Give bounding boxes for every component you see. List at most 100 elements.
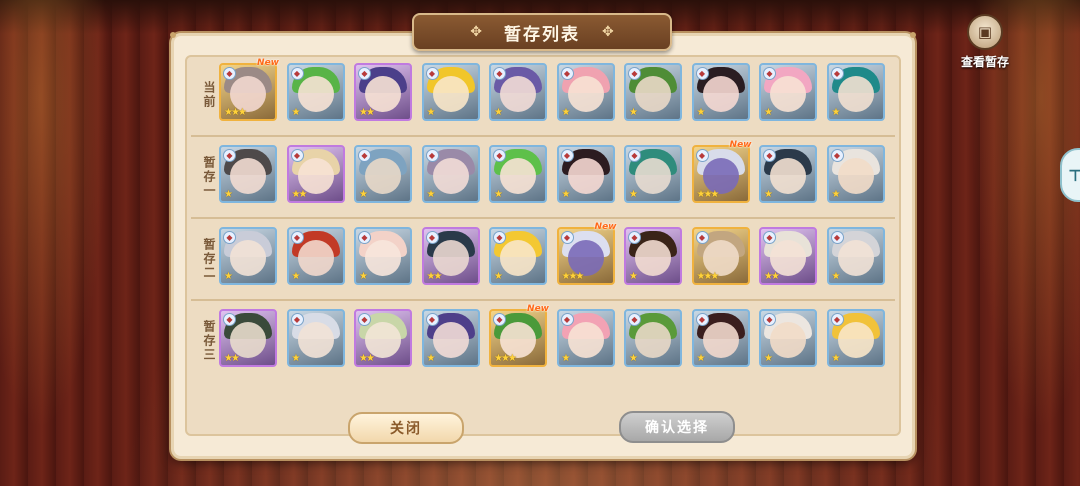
character-portrait (837, 158, 874, 194)
character-portrait (837, 76, 874, 112)
new-badge: New (257, 58, 279, 68)
character-card[interactable]: ◆ ★ (219, 145, 277, 203)
side-tab-button[interactable]: ⊤ (1060, 148, 1080, 202)
character-card[interactable]: ◆ ★ (354, 227, 412, 285)
star-rating: ★ (696, 107, 706, 118)
character-card[interactable]: ◆ ★ (624, 145, 682, 203)
star-rating: ★★ (224, 353, 240, 364)
character-card[interactable]: ◆ ★★ (354, 309, 412, 367)
row-label: 当前 (202, 81, 216, 109)
element-icon: ◆ (763, 149, 776, 162)
element-icon: ◆ (425, 67, 439, 80)
element-icon: ◆ (763, 231, 776, 244)
character-card[interactable]: ◆ ★ (826, 309, 885, 367)
star-rating: ★ (831, 189, 841, 200)
character-card[interactable]: ◆ ★ (556, 309, 615, 367)
close-button[interactable]: 关闭 (348, 412, 464, 444)
character-portrait (297, 322, 334, 358)
star-rating: ★★ (764, 271, 780, 282)
star-rating: ★ (224, 189, 233, 200)
character-card[interactable]: ◆ ★ (624, 227, 682, 285)
character-card[interactable]: ◆ ★ (691, 63, 750, 121)
character-card[interactable]: ◆ ★★ (219, 309, 277, 367)
confirm-selection-button[interactable]: 确认选择 (619, 411, 735, 443)
character-card[interactable]: ◆ ★★★ New (556, 222, 617, 285)
character-card[interactable]: ◆ ★ (759, 63, 817, 121)
element-icon: ◆ (290, 313, 304, 326)
element-icon: ◆ (763, 313, 776, 326)
star-rating: ★ (831, 107, 841, 118)
character-portrait (567, 76, 604, 112)
character-card[interactable]: ◆ ★ (354, 145, 412, 203)
character-portrait (702, 322, 739, 358)
character-card[interactable]: ◆ ★ (826, 63, 885, 121)
character-card[interactable]: ◆ ★ (286, 63, 345, 121)
character-card[interactable]: ◆ ★ (826, 227, 885, 285)
element-icon: ◆ (560, 149, 574, 162)
character-card[interactable]: ◆ ★★★ New (489, 304, 549, 367)
corner-ornament (910, 32, 916, 38)
character-portrait (297, 240, 334, 276)
element-icon: ◆ (628, 313, 641, 326)
element-icon: ◆ (830, 313, 844, 326)
star-rating: ★ (831, 353, 841, 364)
page-title: 暂存列表 (504, 24, 580, 45)
character-card[interactable]: ◆ ★ (691, 309, 750, 367)
character-card[interactable]: ◆ ★ (556, 145, 615, 203)
row-label: 暂存三 (202, 320, 216, 362)
star-rating: ★★★ (696, 271, 720, 282)
star-rating: ★ (696, 353, 706, 364)
element-icon: ◆ (695, 313, 709, 326)
star-rating: ★ (426, 189, 436, 200)
star-rating: ★ (764, 189, 773, 200)
character-portrait (770, 76, 806, 112)
element-icon: ◆ (290, 67, 304, 80)
view-stash-button[interactable]: ▣ 查看暂存 (950, 14, 1020, 69)
character-card[interactable]: ◆ ★ (421, 309, 480, 367)
character-card[interactable]: ◆ ★ (759, 309, 817, 367)
star-rating: ★ (291, 353, 301, 364)
element-icon: ◆ (628, 149, 641, 162)
character-card[interactable]: ◆ ★ (759, 145, 817, 203)
character-card[interactable]: ◆ ★★ (354, 63, 412, 121)
star-rating: ★ (291, 107, 301, 118)
character-card[interactable]: ◆ ★ (421, 145, 480, 203)
element-icon: ◆ (830, 67, 844, 80)
character-portrait (770, 158, 806, 194)
character-card[interactable]: ◆ ★ (286, 227, 345, 285)
character-card[interactable]: ◆ ★★★ New (691, 140, 752, 203)
character-card[interactable]: ◆ ★ (624, 309, 682, 367)
character-card[interactable]: ◆ ★ (556, 63, 615, 121)
treasure-box-icon: ▣ (967, 14, 1003, 50)
character-card[interactable]: ◆ ★ (826, 145, 885, 203)
character-card[interactable]: ◆ ★ (421, 63, 480, 121)
star-rating: ★ (561, 189, 571, 200)
character-card[interactable]: ◆ ★★★ (691, 227, 750, 285)
star-rating: ★ (561, 353, 571, 364)
character-portrait (432, 322, 469, 358)
stash-row: 暂存一 ◆ ★ ◆ ★★ ◆ ★ ◆ ★ ◆ ★ ◆ ★ ◆ ★ ◆ ★★★ New ◆ ★ ◆ ★ (187, 135, 899, 212)
character-portrait (230, 158, 266, 194)
character-card[interactable]: ◆ ★★ (421, 227, 480, 285)
character-portrait (432, 76, 469, 112)
character-card[interactable]: ◆ ★ (286, 309, 345, 367)
star-rating: ★ (764, 107, 773, 118)
character-card[interactable]: ◆ ★ (489, 145, 547, 203)
character-portrait (837, 240, 874, 276)
star-rating: ★ (629, 353, 638, 364)
character-card[interactable]: ◆ ★ (489, 63, 547, 121)
star-rating: ★ (359, 271, 368, 282)
star-rating: ★ (494, 189, 503, 200)
character-card[interactable]: ◆ ★★ (759, 227, 817, 285)
stash-panel: 当前 ◆ ★★★ New ◆ ★ ◆ ★★ ◆ ★ ◆ ★ ◆ ★ ◆ ★ ◆ ★ ◆ ★ ◆ ★ 暂存一 ◆ ★ ◆ ★★ ◆ ★ ◆ ★… (170, 32, 916, 459)
character-card[interactable]: ◆ ★ (219, 227, 277, 285)
character-card[interactable]: ◆ ★ (624, 63, 682, 121)
star-rating: ★ (494, 107, 503, 118)
character-card[interactable]: ◆ ★ (489, 227, 547, 285)
character-portrait (635, 158, 671, 194)
element-icon: ◆ (628, 231, 641, 244)
character-card[interactable]: ◆ ★★★ New (219, 58, 279, 121)
title-banner: ✥ 暂存列表 ✥ (412, 13, 672, 51)
character-card[interactable]: ◆ ★★ (286, 145, 345, 203)
star-rating: ★★ (359, 107, 375, 118)
